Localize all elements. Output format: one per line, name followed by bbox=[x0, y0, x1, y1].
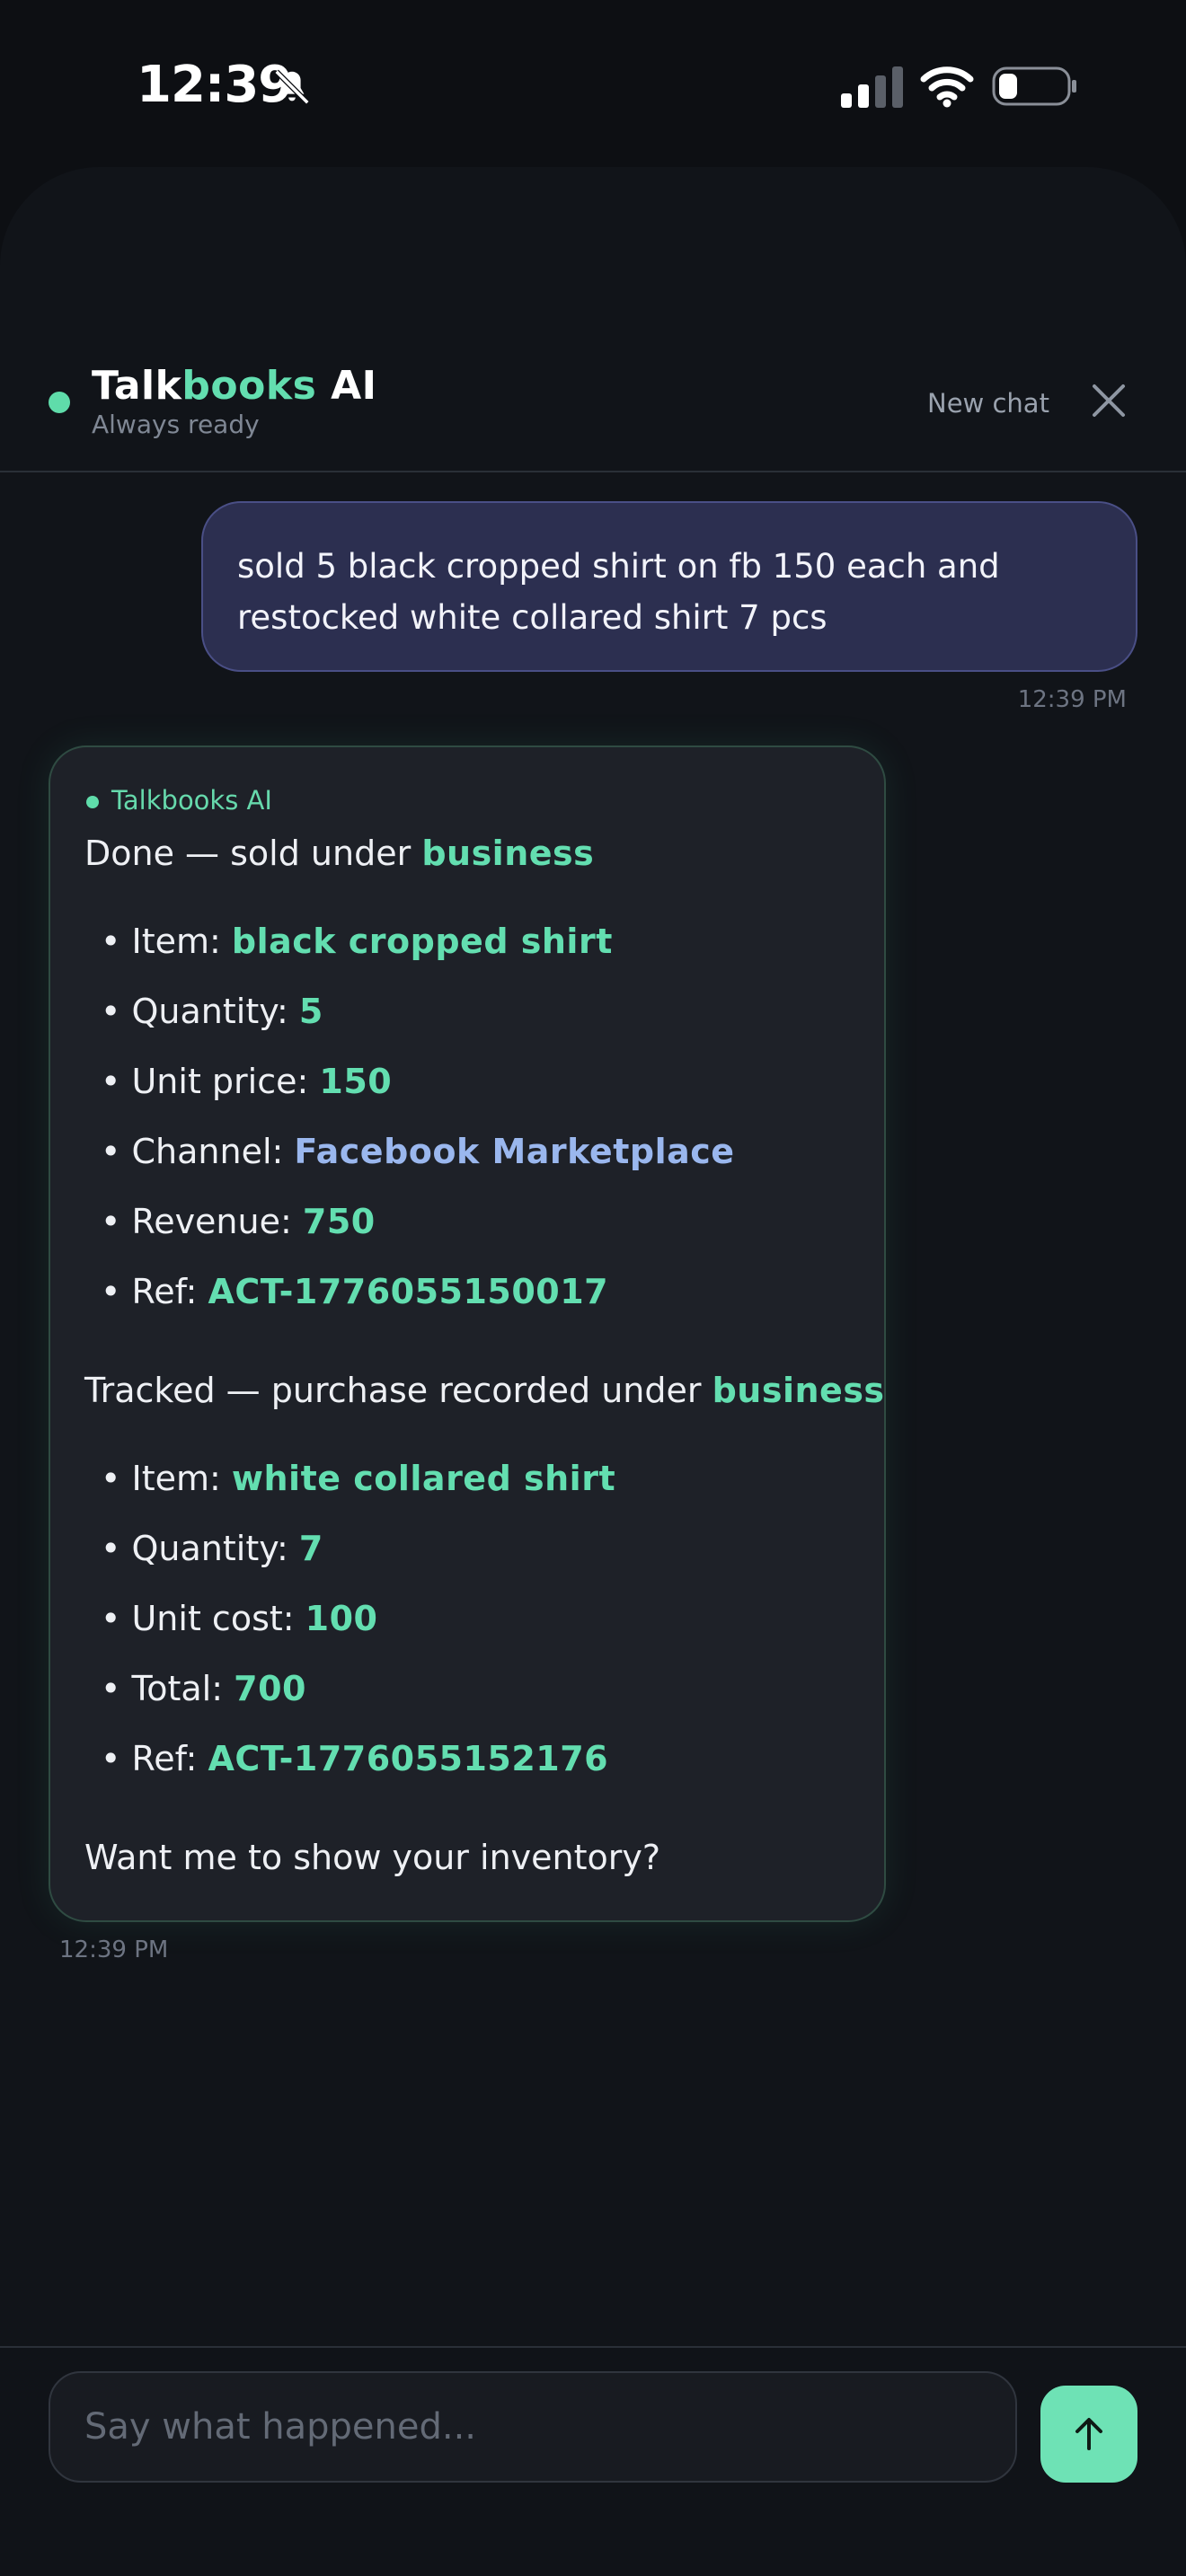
wifi-icon bbox=[920, 66, 974, 108]
purchase-total-row: • Total: 700 bbox=[101, 1669, 306, 1708]
ai-followup-question: Want me to show your inventory? bbox=[84, 1838, 661, 1877]
ai-message-timestamp: 12:39 PM bbox=[59, 1936, 169, 1963]
message-composer bbox=[0, 2348, 1186, 2576]
sale-channel-row: • Channel: Facebook Marketplace bbox=[101, 1132, 735, 1171]
app-subtitle: Always ready bbox=[92, 410, 260, 439]
chat-header: Talkbooks AI Always ready New chat bbox=[0, 341, 1186, 472]
close-icon[interactable] bbox=[1089, 381, 1128, 420]
cellular-signal-icon bbox=[841, 66, 903, 108]
purchase-item-row: • Item: white collared shirt bbox=[101, 1459, 616, 1498]
purchase-unit-cost-row: • Unit cost: 100 bbox=[101, 1599, 378, 1638]
ai-sender-dot bbox=[86, 796, 99, 808]
sale-unit-price-row: • Unit price: 150 bbox=[101, 1062, 393, 1101]
sale-revenue-row: • Revenue: 750 bbox=[101, 1202, 376, 1241]
purchase-ref-row: • Ref: ACT-1776055152176 bbox=[101, 1739, 609, 1778]
ai-message-bubble: Talkbooks AI Done — sold under business … bbox=[49, 745, 886, 1922]
header-divider bbox=[0, 471, 1186, 472]
app-title: Talkbooks AI bbox=[92, 363, 377, 409]
new-chat-button[interactable]: New chat bbox=[927, 388, 1049, 419]
user-message-bubble: sold 5 black cropped shirt on fb 150 eac… bbox=[201, 501, 1137, 672]
sale-quantity-row: • Quantity: 5 bbox=[101, 992, 323, 1031]
status-time: 12:39 bbox=[137, 56, 293, 114]
sale-item-row: • Item: black cropped shirt bbox=[101, 922, 613, 961]
arrow-up-icon bbox=[1075, 2418, 1102, 2450]
sale-intro: Done — sold under business bbox=[84, 834, 595, 873]
ai-sender-label: Talkbooks AI bbox=[111, 785, 272, 816]
user-message-timestamp: 12:39 PM bbox=[1017, 686, 1127, 713]
bell-slash-icon bbox=[274, 69, 310, 105]
battery-icon bbox=[992, 66, 1076, 106]
sale-ref-row: • Ref: ACT-1776055150017 bbox=[101, 1272, 609, 1311]
send-button[interactable] bbox=[1040, 2386, 1137, 2483]
purchase-intro: Tracked — purchase recorded under busine… bbox=[84, 1371, 885, 1410]
purchase-quantity-row: • Quantity: 7 bbox=[101, 1529, 323, 1568]
app-screen: 12:39 Talkbooks AI Always ready New chat bbox=[0, 0, 1186, 2576]
message-input[interactable] bbox=[49, 2371, 1017, 2483]
online-status-indicator bbox=[49, 392, 70, 413]
